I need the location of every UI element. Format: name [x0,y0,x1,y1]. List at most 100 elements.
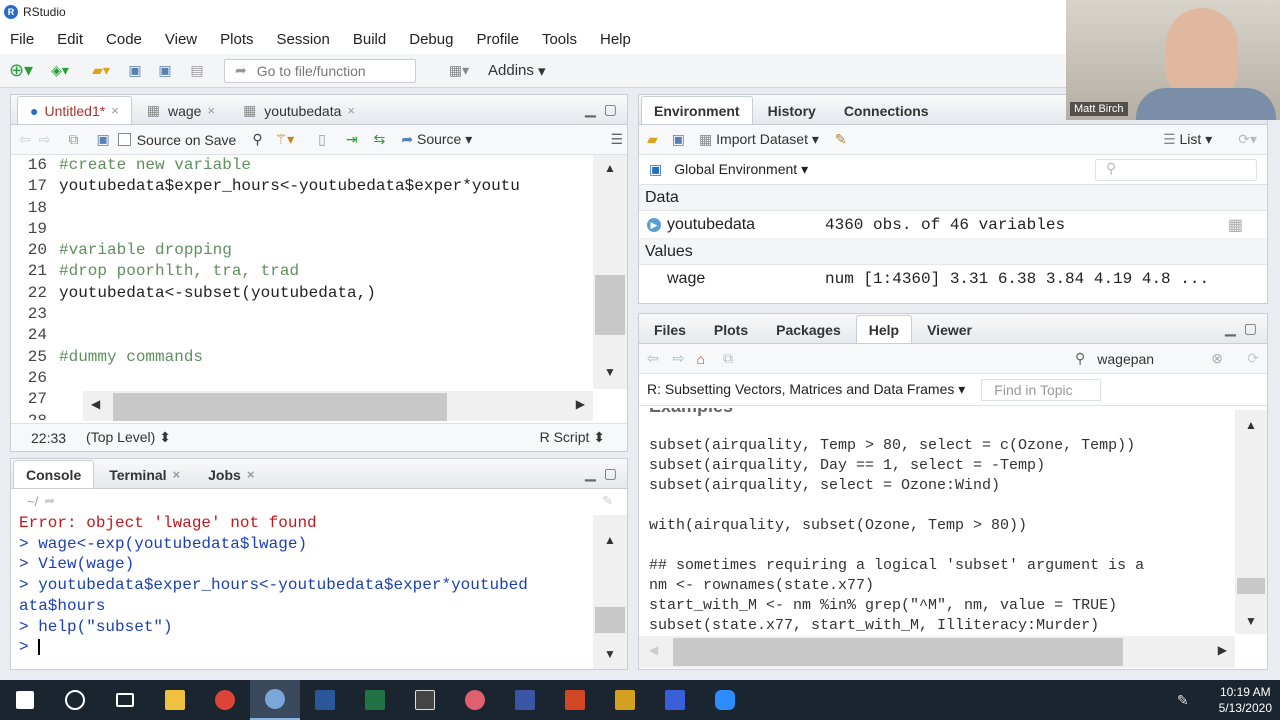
tab-environment[interactable]: Environment [641,96,753,124]
task-view-icon[interactable] [100,680,150,720]
menu-code[interactable]: Code [106,31,142,48]
print-icon[interactable]: ▤ [182,59,212,83]
back-arrow-icon[interactable]: ⇦ [647,350,659,367]
file-explorer-icon[interactable] [150,680,200,720]
forward-arrow-icon[interactable]: ⇨ [673,350,685,367]
code-line[interactable]: 17 youtubedata$exper_hours<-youtubedata$e… [11,176,593,197]
scroll-up-icon[interactable]: ▲ [593,533,627,547]
minimize-icon[interactable]: ▁ [1225,320,1236,337]
load-workspace-icon[interactable]: ▰ [647,131,658,148]
go-to-dir-icon[interactable]: ➦ [44,493,55,509]
close-icon[interactable]: × [111,103,119,118]
file-type-selector[interactable]: R Script ⬍ [540,429,605,446]
menu-file[interactable]: File [10,31,34,48]
env-row-youtubedata[interactable]: ▶ youtubedata 4360 obs. of 46 variables … [639,211,1267,239]
forward-arrow-icon[interactable]: ⇨ [39,131,51,148]
menu-profile[interactable]: Profile [476,31,519,48]
security-icon[interactable] [650,680,700,720]
maximize-icon[interactable]: ▢ [1244,320,1257,337]
scroll-down-icon[interactable]: ▼ [1235,614,1267,628]
scroll-down-icon[interactable]: ▼ [593,365,627,379]
goto-file-input[interactable]: ➦ Go to file/function [224,58,416,83]
search-icon[interactable]: ⚲ [252,131,262,148]
menu-edit[interactable]: Edit [57,31,83,48]
scroll-left-icon[interactable]: ◀ [649,643,658,657]
save-workspace-icon[interactable]: ▣ [672,131,685,148]
menu-help[interactable]: Help [600,31,631,48]
new-file-icon[interactable]: ⊕▾ [6,59,36,83]
help-content[interactable]: Examples subset(airquality, Temp > 80, s… [639,408,1235,634]
editor-vscrollbar[interactable]: ▲ ▼ [593,155,627,389]
tab-files[interactable]: Files [641,315,699,343]
code-line[interactable]: 24 [11,325,593,346]
tab-viewer[interactable]: Viewer [914,315,985,343]
close-icon[interactable]: × [247,467,255,482]
code-line[interactable]: 16 #create new variable [11,155,593,176]
magic-wand-icon[interactable]: ⚚▾ [275,131,295,148]
env-row-wage[interactable]: wage num [1:4360] 3.31 6.38 3.84 4.19 4.… [639,265,1267,293]
menu-debug[interactable]: Debug [409,31,453,48]
code-line[interactable]: 19 [11,219,593,240]
scroll-up-icon[interactable]: ▲ [1235,418,1267,432]
code-line[interactable]: 26 [11,368,593,389]
workspace-panes-icon[interactable]: ▦▾ [434,59,484,83]
tab-youtubedata[interactable]: ▦ youtubedata × [230,96,368,124]
tab-wage[interactable]: ▦ wage × [134,96,228,124]
list-view-selector[interactable]: ☰ List ▾ [1163,131,1212,148]
save-icon[interactable]: ▣ [122,59,148,83]
code-line[interactable]: 21 #drop poorhlth, tra, trad [11,261,593,282]
menu-view[interactable]: View [165,31,197,48]
show-in-window-icon[interactable]: ⧉ [68,131,78,148]
word-icon[interactable] [300,680,350,720]
minimize-icon[interactable]: ▁ [585,465,596,482]
code-editor[interactable]: 16 #create new variable 17 youtubedata$expe… [11,155,593,420]
calculator-icon[interactable] [400,680,450,720]
refresh-icon[interactable]: ⟳ [1247,350,1259,367]
maximize-icon[interactable]: ▢ [604,465,617,482]
tab-console[interactable]: Console [13,460,95,488]
tab-untitled1[interactable]: ● Untitled1* × [17,96,132,124]
tab-history[interactable]: History [755,96,829,124]
new-project-icon[interactable]: ◈▾ [40,59,80,83]
tab-help[interactable]: Help [855,315,913,343]
maximize-icon[interactable]: ▢ [604,101,617,118]
scope-selector[interactable]: (Top Level) ⬍ [86,429,171,446]
back-arrow-icon[interactable]: ⇦ [19,131,31,148]
tab-terminal[interactable]: Terminal × [96,460,193,488]
scroll-down-icon[interactable]: ▼ [593,647,627,661]
scroll-up-icon[interactable]: ▲ [593,161,627,175]
editor-hscrollbar[interactable]: ◀ ▶ [83,391,593,421]
help-vscrollbar[interactable]: ▲ ▼ [1235,410,1267,634]
source-on-save-checkbox[interactable] [117,133,131,146]
show-in-window-icon[interactable]: ⧉ [723,350,733,367]
code-line[interactable]: 23 [11,304,593,325]
help-search-input[interactable]: ⚲ wagepan ⊗ [1067,348,1223,370]
broom-icon[interactable]: ✎ [835,131,847,148]
movie-maker-icon[interactable] [600,680,650,720]
scroll-thumb[interactable] [1237,578,1265,594]
refresh-icon[interactable]: ⟳▾ [1238,131,1257,148]
rstudio-taskbar-icon[interactable] [250,680,300,720]
snipping-tool-icon[interactable] [450,680,500,720]
code-line[interactable]: 22 youtubedata<-subset(youtubedata,) [11,283,593,304]
tab-connections[interactable]: Connections [831,96,942,124]
source-button[interactable]: ➦ Source ▾ [401,131,472,148]
scroll-left-icon[interactable]: ◀ [91,397,100,411]
environment-search-input[interactable]: ⚲ [1095,158,1257,181]
hscroll-thumb[interactable] [113,393,447,421]
system-clock[interactable]: 10:19 AM 5/13/2020 [1219,684,1272,716]
tab-jobs[interactable]: Jobs × [195,460,267,488]
windows-start-icon[interactable] [0,680,50,720]
broom-icon[interactable]: ✎ [602,493,613,509]
cortana-search-icon[interactable] [50,680,100,720]
scroll-right-icon[interactable]: ▶ [1218,643,1227,657]
minimize-icon[interactable]: ▁ [585,101,596,118]
home-icon[interactable]: ⌂ [696,351,704,367]
save-all-icon[interactable]: ▣ [152,59,178,83]
scroll-thumb[interactable] [595,275,625,335]
code-line[interactable]: 25 #dummy commands [11,347,593,368]
code-line[interactable]: 18 [11,198,593,219]
view-table-icon[interactable]: ▦ [1228,215,1243,235]
menu-session[interactable]: Session [277,31,330,48]
scroll-right-icon[interactable]: ▶ [576,397,585,411]
